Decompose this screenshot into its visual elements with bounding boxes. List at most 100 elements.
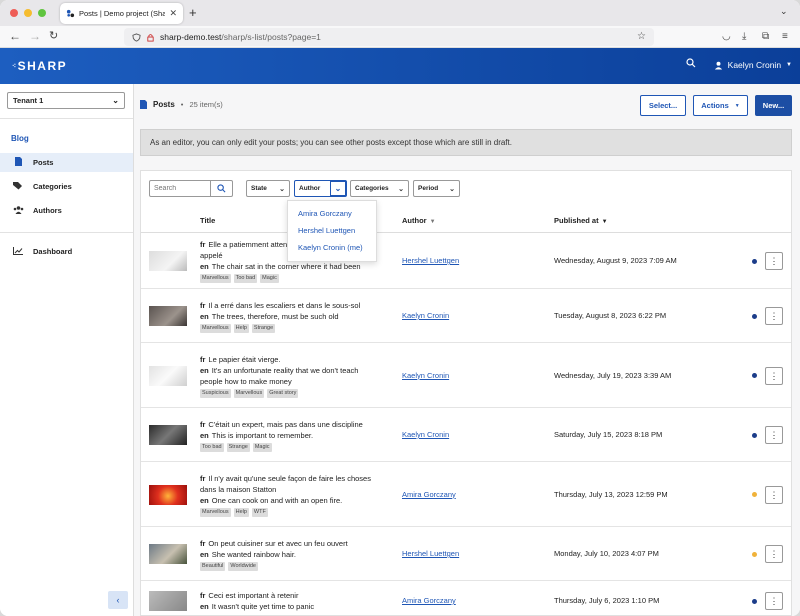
tag-badge: Magic: [260, 274, 279, 283]
pocket-icon[interactable]: ◡: [722, 31, 731, 42]
post-title: fr Ceci est important à retenir en It wasn'…: [200, 590, 385, 612]
tag-badge: Magic: [252, 442, 272, 452]
author-link[interactable]: Kaelyn Cronin: [402, 311, 449, 320]
table-row[interactable]: fr Il a erré dans les escaliers et dans l…: [141, 289, 791, 343]
categories-filter[interactable]: Categories ⌄: [350, 180, 409, 197]
title-line: fr Il n'y avait qu'une seule façon de fai…: [200, 473, 385, 484]
sidebar-item-authors[interactable]: Authors: [0, 201, 133, 220]
period-filter-label: Period: [418, 185, 439, 192]
new-button[interactable]: New...: [755, 95, 792, 116]
table-row[interactable]: fr On peut cuisiner sur et avec un feu ou…: [141, 527, 791, 581]
bookmark-star-icon[interactable]: ☆: [637, 31, 646, 42]
new-tab-icon[interactable]: +: [189, 5, 197, 20]
select-button[interactable]: Select...: [640, 95, 686, 116]
sidebar-item-posts[interactable]: Posts: [0, 153, 133, 172]
sidebar-item-categories[interactable]: Categories: [0, 177, 133, 196]
tenant-value: Tenant 1: [13, 96, 44, 105]
table-row[interactable]: fr Le papier était vierge. en It's an unfor…: [141, 343, 791, 408]
row-actions-button[interactable]: ⋮: [765, 366, 783, 385]
language-code: en: [200, 549, 209, 559]
state-indicator: [752, 432, 757, 438]
sidebar-item-dashboard[interactable]: Dashboard: [0, 242, 133, 261]
author-link[interactable]: Amira Gorczany: [402, 596, 456, 605]
notice-text: As an editor, you can only edit your pos…: [150, 138, 512, 147]
divider: [0, 118, 133, 119]
user-menu[interactable]: Kaelyn Cronin ▼: [714, 60, 792, 70]
back-icon[interactable]: ←: [9, 29, 21, 43]
row-actions-button[interactable]: ⋮: [765, 252, 783, 270]
author-link[interactable]: Hershel Luettgen: [402, 549, 459, 558]
search-button[interactable]: [210, 181, 232, 196]
post-thumbnail: [149, 306, 187, 326]
extensions-icon[interactable]: ⧉: [762, 31, 769, 42]
chevron-down-icon: ⌄: [279, 185, 285, 193]
author-option[interactable]: Hershel Luettgen: [288, 222, 376, 239]
browser-tab[interactable]: Posts | Demo project (Sharp 7.2 ✕: [60, 3, 183, 24]
author-link[interactable]: Kaelyn Cronin: [402, 430, 449, 439]
tab-list-icon[interactable]: ⌄: [780, 6, 788, 17]
title-line: fr Le papier était vierge.: [200, 354, 385, 365]
column-published[interactable]: Published at ▼: [554, 216, 608, 225]
column-author[interactable]: Author ▼: [402, 216, 436, 225]
close-window-button[interactable]: [10, 9, 18, 17]
author-link[interactable]: Amira Gorczany: [402, 490, 456, 499]
table-row[interactable]: fr Il n'y avait qu'une seule façon de fai…: [141, 462, 791, 527]
published-date: Wednesday, August 9, 2023 7:09 AM: [554, 256, 677, 265]
period-filter[interactable]: Period ⌄: [413, 180, 460, 197]
sidebar-section-blog: Blog: [11, 134, 29, 143]
sort-icon: ▼: [601, 219, 608, 225]
item-count: 25 item(s): [189, 100, 223, 109]
title-text: The trees, therefore, must be such old: [211, 311, 339, 321]
state-indicator: [752, 551, 757, 557]
title-text: Il n'y avait qu'une seule façon de faire…: [208, 473, 371, 483]
divider: [0, 232, 133, 233]
title-line: en One can cook on and with an open fire.: [200, 495, 385, 506]
chevron-down-icon: ⌄: [112, 96, 119, 105]
language-code: en: [200, 365, 209, 375]
row-actions-button[interactable]: ⋮: [765, 592, 783, 610]
language-code: fr: [200, 538, 206, 548]
row-actions-button[interactable]: ⋮: [765, 426, 783, 444]
author-filter[interactable]: Author ⌄: [294, 180, 347, 197]
author-option[interactable]: Amira Gorczany: [288, 205, 376, 222]
author-option[interactable]: Kaelyn Cronin (me): [288, 239, 376, 256]
url-host: sharp-demo.test: [160, 32, 222, 42]
sidebar-item-label: Categories: [33, 182, 72, 191]
table-row[interactable]: fr Elle a patiemment attend appelé en The ch…: [141, 233, 791, 289]
post-thumbnail: [149, 251, 187, 271]
row-actions-button[interactable]: ⋮: [765, 307, 783, 325]
column-author-label: Author: [402, 216, 427, 225]
table-row[interactable]: fr Ceci est important à retenir en It wasn'…: [141, 581, 791, 616]
app-header: ⁖SHARP Kaelyn Cronin ▼: [0, 48, 800, 84]
zoom-window-button[interactable]: [38, 9, 46, 17]
language-code: fr: [200, 591, 206, 600]
state-indicator: [752, 313, 757, 319]
actions-button[interactable]: Actions ▼: [693, 95, 748, 116]
chevron-left-icon: ‹: [116, 595, 120, 605]
minimize-window-button[interactable]: [24, 9, 32, 17]
header-search-icon[interactable]: [686, 58, 696, 71]
app-logo[interactable]: ⁖SHARP: [12, 59, 67, 73]
collapse-sidebar-button[interactable]: ‹: [108, 591, 128, 609]
state-filter[interactable]: State ⌄: [246, 180, 290, 197]
table-row[interactable]: fr C'était un expert, mais pas dans une d…: [141, 408, 791, 462]
address-bar[interactable]: sharp-demo.test/sharp/s-list/posts?page=…: [124, 28, 654, 46]
close-tab-icon[interactable]: ✕: [169, 8, 177, 19]
row-actions-button[interactable]: ⋮: [765, 485, 783, 504]
user-icon: [714, 61, 722, 70]
language-code: en: [200, 311, 209, 321]
row-actions-button[interactable]: ⋮: [765, 545, 783, 563]
tag-badge: Marvellous: [200, 274, 231, 283]
search-input[interactable]: [150, 181, 212, 196]
menu-icon[interactable]: ≡: [782, 31, 788, 42]
tenant-select[interactable]: Tenant 1 ⌄: [7, 92, 125, 109]
tag-badge: Marvellous: [233, 388, 265, 398]
tag-list: Suspicious Marvellous Great story: [200, 388, 385, 398]
browser-window: Posts | Demo project (Sharp 7.2 ✕ + ⌄ ← …: [0, 0, 800, 616]
reload-icon[interactable]: ↻: [49, 29, 58, 42]
author-link[interactable]: Kaelyn Cronin: [402, 371, 449, 380]
sort-icon: ▼: [429, 219, 436, 225]
author-link[interactable]: Hershel Luettgen: [402, 256, 459, 265]
forward-icon[interactable]: →: [29, 29, 41, 43]
downloads-icon[interactable]: ⤓: [742, 31, 746, 42]
